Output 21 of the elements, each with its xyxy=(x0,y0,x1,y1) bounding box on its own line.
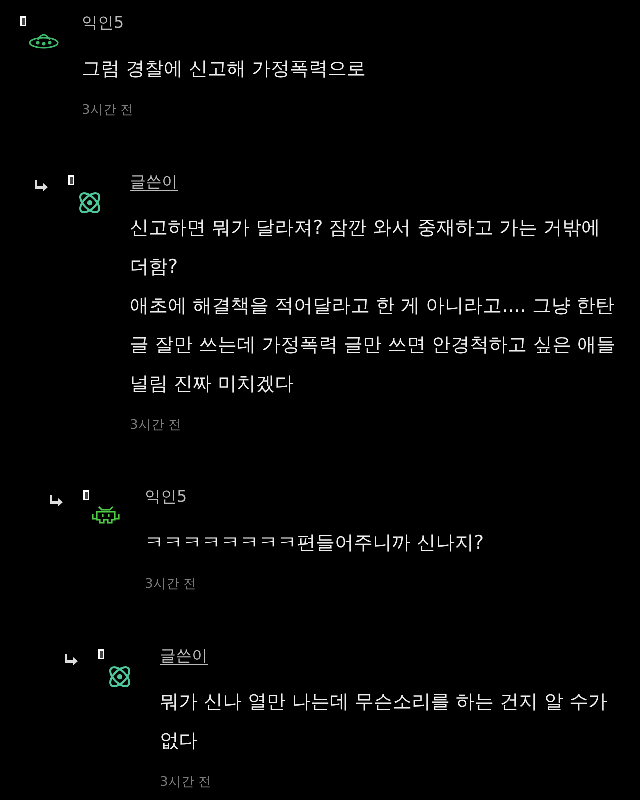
comment-text: 그럼 경찰에 신고해 가정폭력으로 xyxy=(82,57,368,82)
timestamp: 3시간 전 xyxy=(160,774,212,791)
user-name[interactable]: 글쓴이 xyxy=(130,171,178,193)
comment-text: 신고하면 뭐가 달라져? 잠깐 와서 중재하고 가는 거밖에 더함? xyxy=(130,216,602,280)
reply-arrow-icon xyxy=(35,179,49,192)
box-icon xyxy=(83,490,90,501)
box-icon xyxy=(98,649,105,660)
box-icon xyxy=(20,16,27,27)
box-icon xyxy=(68,175,75,186)
timestamp: 3시간 전 xyxy=(82,102,134,119)
reply-arrow-icon xyxy=(65,653,79,666)
reply-arrow-icon xyxy=(50,494,64,507)
alien-icon xyxy=(91,504,121,526)
timestamp: 3시간 전 xyxy=(145,576,196,593)
user-name[interactable]: 글쓴이 xyxy=(160,645,208,667)
comment-text: ㅋㅋㅋㅋㅋㅋㅋㅋ편들어주니까 신나지? xyxy=(145,531,486,556)
user-name[interactable]: 익인5 xyxy=(82,12,124,34)
user-name[interactable]: 익인5 xyxy=(145,486,188,508)
timestamp: 3시간 전 xyxy=(130,417,182,434)
comment-text: 뭐가 신나 열만 나는데 무슨소리를 하는 건지 알 수가 없다 xyxy=(160,690,608,754)
comment-text: 애초에 해결책을 적어달라고 한 게 아니라고.... 그냥 한탄글 잘만 쓰는데 가정폭력 글만 쓰면 안경척하고 싶은 애들 널림 진짜 미치겠다 xyxy=(130,294,616,397)
